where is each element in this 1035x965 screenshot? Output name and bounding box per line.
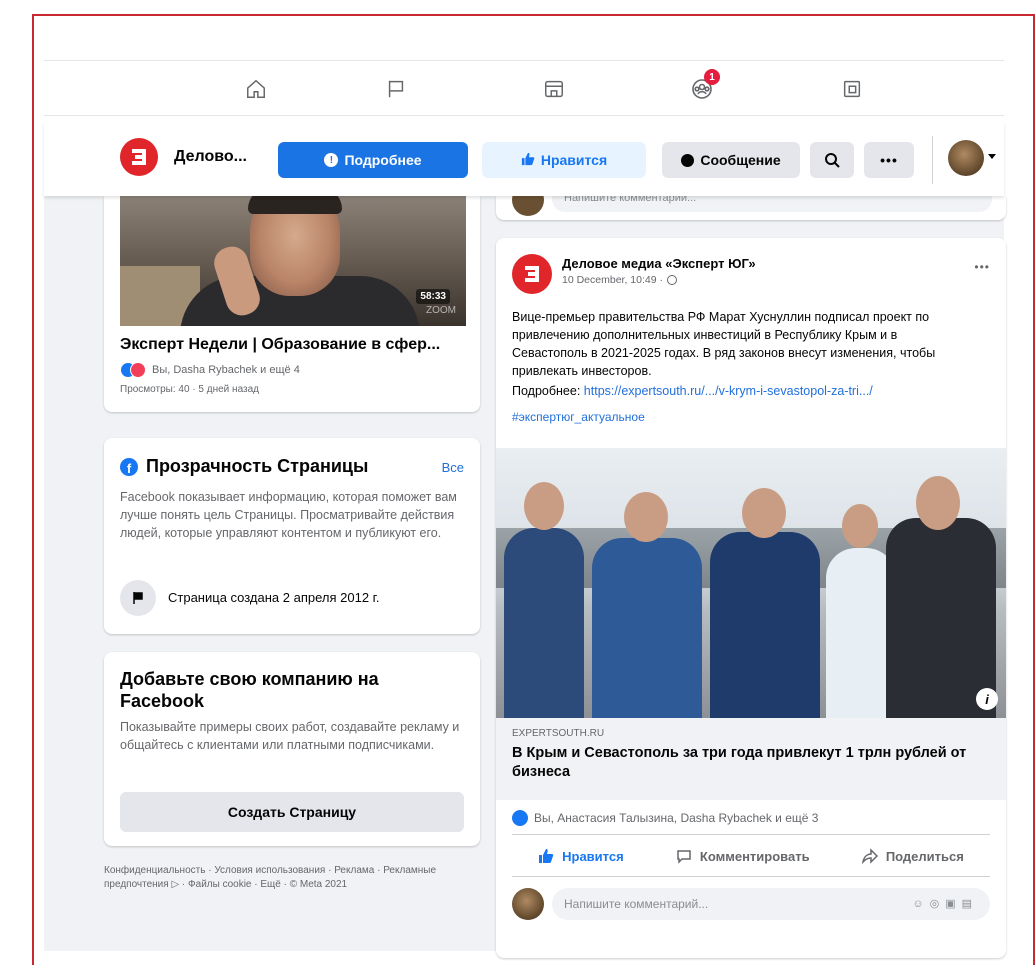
flag-icon[interactable] (378, 71, 414, 107)
add-business-title: Добавьте свою компанию на Facebook (120, 669, 379, 711)
person-5-head (916, 476, 960, 530)
avatar[interactable] (948, 140, 984, 176)
person-5 (886, 518, 996, 718)
comment-input[interactable]: Напишите комментарий... (552, 196, 992, 212)
post-more-label: Подробнее: (512, 384, 581, 398)
page-transparency-card: f Прозрачность Страницы Все Facebook пок… (104, 438, 480, 634)
ellipsis-icon: ••• (880, 152, 898, 168)
facebook-icon: f (120, 457, 138, 476)
messenger-icon (681, 153, 695, 167)
video-duration: 58:33 (416, 289, 450, 304)
post-author-name[interactable]: Деловое медиа «Эксперт ЮГ» (562, 256, 756, 271)
post-options-icon[interactable]: ••• (974, 260, 990, 274)
page-created-date: Страница создана 2 апреля 2012 г. (168, 590, 380, 605)
like-page-label: Нравится (540, 152, 608, 168)
see-all-link[interactable]: Все (442, 460, 464, 475)
person-3-head (742, 488, 786, 538)
comment-icon (677, 850, 691, 864)
post-hashtag[interactable]: #экспертюг_актуальное (512, 410, 645, 424)
page-action-bar: Делово... ! Подробнее Нравится Сообщение… (44, 122, 1004, 196)
top-navigation: 1 (44, 60, 1004, 116)
notification-badge: 1 (704, 69, 720, 85)
globe-icon (666, 275, 677, 285)
page-feed: ZOOM 58:33 Эксперт Недели | Образование … (44, 196, 1006, 958)
chevron-down-icon[interactable] (988, 154, 996, 159)
comment-tools-icons[interactable]: ☺◎▣▤ (912, 897, 978, 910)
link-title: В Крым и Севастополь за три года привлек… (512, 745, 967, 780)
like-post-button[interactable]: Нравится (538, 848, 624, 864)
avatar (512, 888, 544, 920)
message-label: Сообщение (700, 152, 781, 168)
like-page-button[interactable]: Нравится (482, 142, 646, 178)
transparency-title: Прозрачность Страницы (146, 456, 369, 476)
divider (512, 834, 990, 835)
post-author-logo[interactable] (512, 254, 552, 294)
page-icon[interactable] (834, 71, 870, 107)
thumbs-up-icon (521, 152, 535, 169)
video-card: ZOOM 58:33 Эксперт Недели | Образование … (104, 196, 480, 412)
transparency-description: Facebook показывает информацию, которая … (120, 490, 457, 540)
like-post-label: Нравится (562, 848, 624, 864)
post-reactions-text[interactable]: Вы, Анастасия Талызина, Dasha Rybachek и… (534, 811, 818, 825)
person-3 (710, 532, 820, 718)
post-body: Вице-премьер правительства РФ Марат Хусн… (512, 310, 936, 378)
home-icon[interactable] (238, 71, 274, 107)
link-domain: EXPERTSOUTH.RU (512, 728, 605, 739)
flag-badge-icon (120, 580, 156, 616)
comment-label: Комментировать (699, 848, 810, 864)
comment-placeholder: Напишите комментарий... (564, 897, 709, 911)
create-page-button[interactable]: Создать Страницу (120, 792, 464, 832)
comment-button[interactable]: Комментировать (676, 848, 810, 864)
video-meta: Просмотры: 40 · 5 дней назад (120, 384, 259, 395)
divider (932, 136, 933, 184)
video-title[interactable]: Эксперт Недели | Образование в сфер... (120, 336, 440, 354)
video-thumbnail[interactable]: ZOOM 58:33 (120, 196, 466, 326)
footer-links[interactable]: Конфиденциальность · Условия использован… (104, 864, 480, 892)
search-icon (825, 153, 840, 168)
more-options-button[interactable]: ••• (864, 142, 914, 178)
previous-post-footer: Напишите комментарий... (496, 196, 1006, 220)
person-1-head (524, 482, 564, 530)
page-logo[interactable] (120, 138, 158, 176)
info-icon[interactable]: i (976, 688, 998, 710)
person-2-head (624, 492, 668, 542)
add-business-card: Добавьте свою компанию на Facebook Показ… (104, 652, 480, 846)
divider (512, 876, 990, 877)
video-reactions[interactable]: Вы, Dasha Rybachek и ещё 4 (120, 362, 300, 378)
link-preview[interactable]: EXPERTSOUTH.RU В Крым и Севастополь за т… (496, 718, 1006, 800)
person-4-head (842, 504, 878, 548)
thumbs-up-icon (539, 849, 554, 863)
person-1 (504, 528, 584, 718)
share-button[interactable]: Поделиться (861, 848, 964, 864)
add-business-description: Показывайте примеры своих работ, создава… (120, 720, 460, 752)
message-button[interactable]: Сообщение (662, 142, 800, 178)
more-info-label: Подробнее (344, 152, 422, 168)
info-icon: ! (324, 153, 339, 167)
page-name[interactable]: Делово... (174, 148, 247, 166)
love-reaction-icon (130, 362, 146, 378)
avatar (512, 196, 544, 216)
share-icon (861, 848, 878, 864)
post-comment-input[interactable]: Напишите комментарий... ☺◎▣▤ (552, 888, 990, 920)
search-button[interactable] (810, 142, 854, 178)
post-photo[interactable]: i (496, 448, 1006, 718)
video-reactions-text: Вы, Dasha Rybachek и ещё 4 (152, 364, 300, 376)
zoom-watermark: ZOOM (426, 305, 456, 316)
post-card: Деловое медиа «Эксперт ЮГ» 10 December, … (496, 238, 1006, 958)
share-label: Поделиться (885, 848, 964, 864)
person-2 (592, 538, 702, 718)
groups-icon[interactable]: 1 (684, 69, 720, 107)
more-info-button[interactable]: ! Подробнее (278, 142, 468, 178)
shop-icon[interactable] (536, 71, 572, 107)
post-more-link[interactable]: https://expertsouth.ru/.../v-krym-i-seva… (584, 384, 873, 398)
like-reaction-icon (512, 810, 528, 826)
post-timestamp[interactable]: 10 December, 10:49 · (562, 274, 663, 286)
